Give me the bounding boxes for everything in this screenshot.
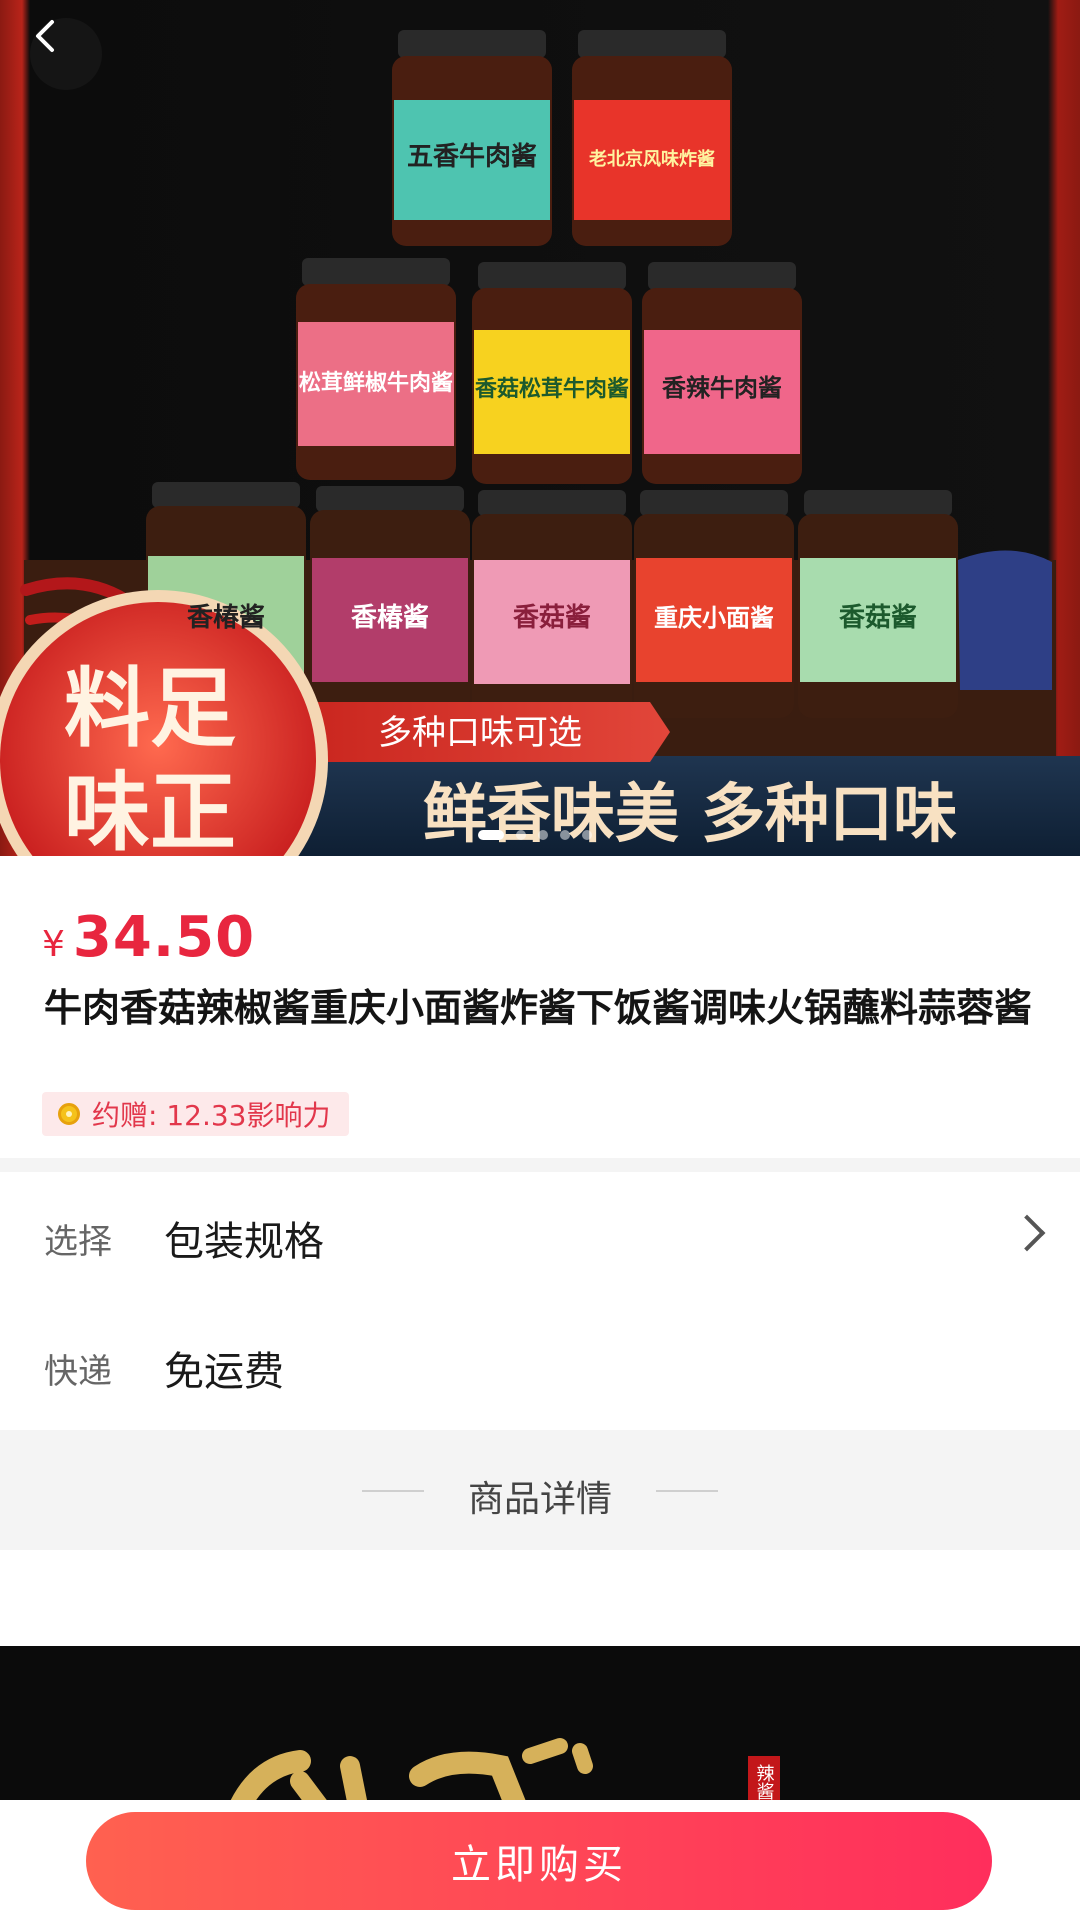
reward-badge: 约赠: 12.33影响力 [42,1092,349,1136]
jar-label: 重庆小面酱 [654,604,774,632]
jar-label: 香菇酱 [839,602,917,633]
back-button[interactable] [30,18,102,90]
divider-line [656,1490,718,1492]
badge-line-1: 料足 [64,659,236,759]
jar-label: 香辣牛肉酱 [662,374,782,402]
jar-label: 五香牛肉酱 [407,141,537,172]
detail-title: 商品详情 [467,1479,612,1520]
currency-symbol: ¥ [42,924,65,965]
carousel-dot[interactable] [582,830,592,840]
product-title: 牛肉香菇辣椒酱重庆小面酱炸酱下饭酱调味火锅蘸料蒜蓉酱 [44,986,1033,1030]
reward-text: 约赠: 12.33影响力 [92,1099,331,1132]
select-label: 选择 [44,1221,112,1262]
slogan-text: 鲜香味美 多种口味 [423,778,957,852]
carousel-dot[interactable] [560,830,570,840]
chevron-left-icon [36,20,54,52]
ribbon-text: 多种口味可选 [378,713,582,753]
shipping-row: 快递 免运费 [0,1308,1080,1428]
select-value: 包装规格 [164,1219,324,1265]
buy-now-button[interactable]: 立即购买 [86,1812,992,1910]
shipping-value: 免运费 [164,1349,284,1395]
price-value: 34.50 [72,905,256,970]
badge-line-2: 味正 [64,763,236,856]
chevron-right-icon [1008,1214,1046,1252]
jar-label: 松茸鲜椒牛肉酱 [299,370,453,396]
jar-label: 香椿酱 [187,602,265,633]
product-image-carousel[interactable]: 五香牛肉酱 老北京风味炸酱 松茸鲜椒牛肉酱 香菇松茸牛肉酱 香辣牛肉酱 香椿酱 … [0,0,1080,856]
detail-stamp-text: 辣酱 [754,1764,775,1800]
detail-section-header: 商品详情 [0,1430,1080,1550]
jar-label: 老北京风味炸酱 [589,148,715,170]
carousel-dot[interactable] [538,830,548,840]
carousel-indicator [478,830,592,840]
carousel-dot[interactable] [478,830,504,840]
jar-label: 香椿酱 [351,602,429,633]
section-divider [0,1158,1080,1172]
spec-select-row[interactable]: 选择 包装规格 [0,1178,1080,1298]
jar-labels: 五香牛肉酱 老北京风味炸酱 松茸鲜椒牛肉酱 香菇松茸牛肉酱 香辣牛肉酱 香椿酱 … [64,141,957,856]
coin-icon [58,1103,80,1125]
shipping-label: 快递 [44,1351,112,1392]
jar-label: 香菇松茸牛肉酱 [475,376,629,402]
price: ¥ 34.50 [42,905,255,970]
carousel-dot[interactable] [516,830,526,840]
jar-label: 香菇酱 [513,602,591,633]
